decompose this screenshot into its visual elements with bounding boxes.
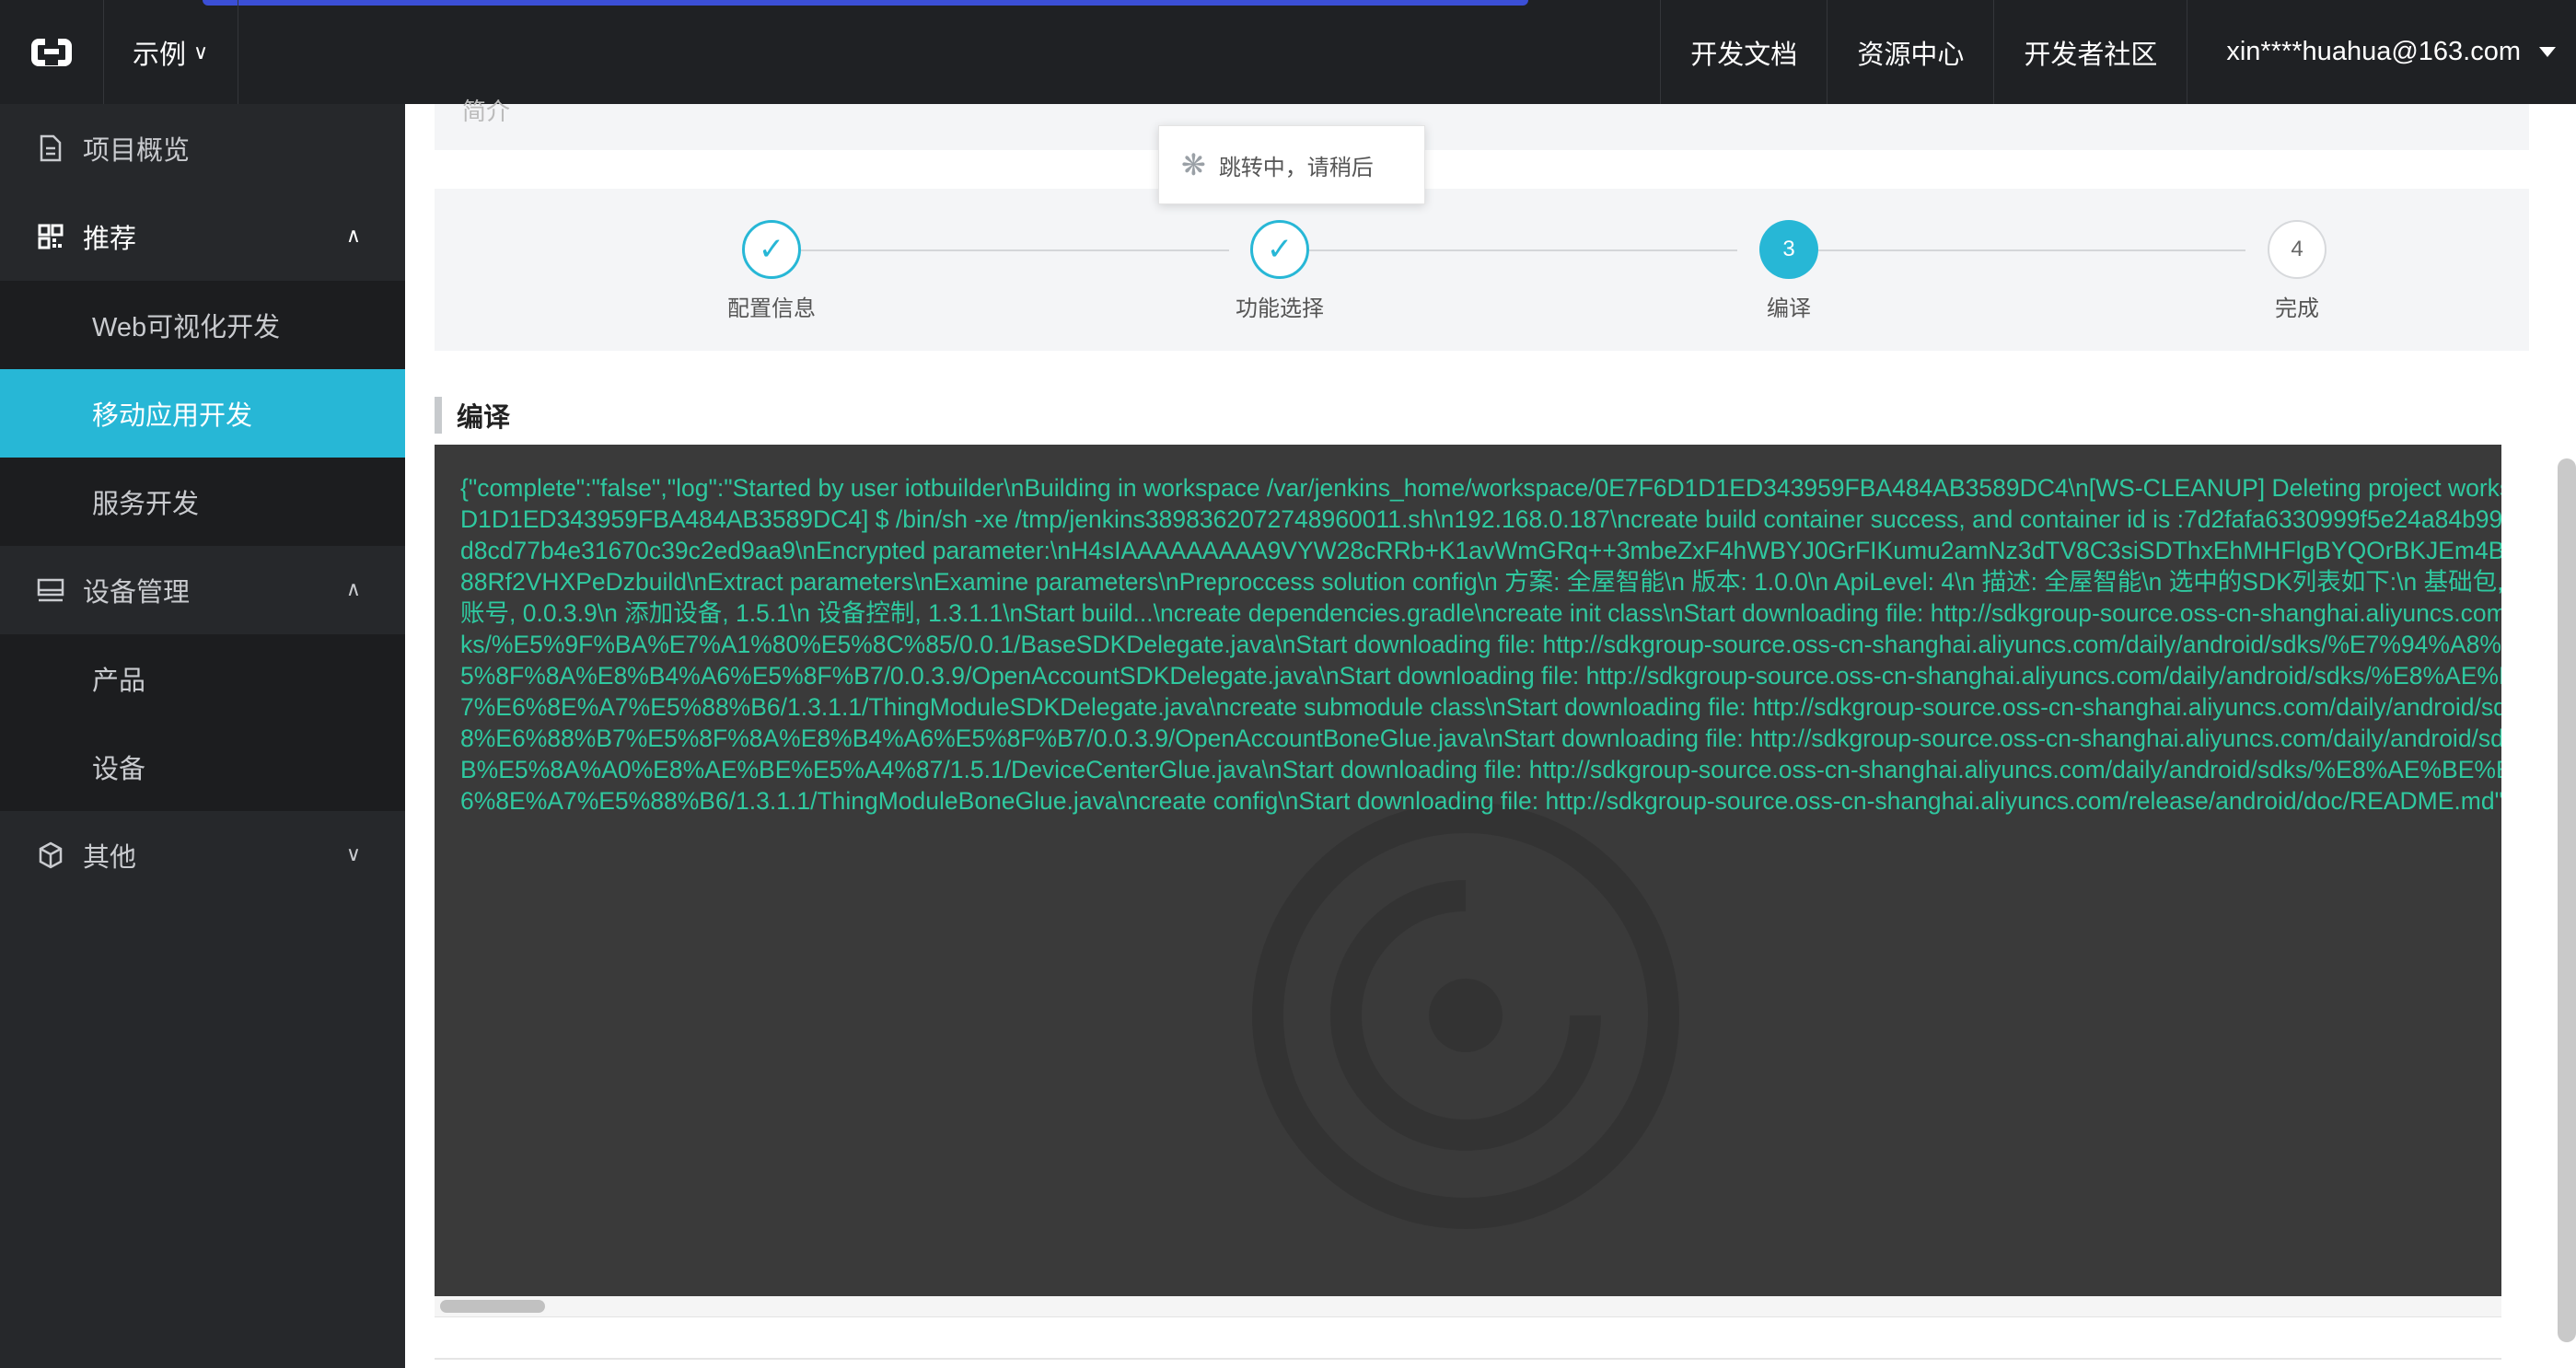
example-label: 示例 <box>133 40 187 70</box>
step-progress: ✓ 配置信息 ✓ 功能选择 3 编译 4 完成 <box>435 189 2529 351</box>
sidebar: 项目概览 推荐 ∧ Web可视化开发 移动应用开发 服务开发 设备管理 ∧ 产品… <box>0 104 405 1368</box>
chevron-down-icon: ∨ <box>193 40 209 64</box>
step-label: 配置信息 <box>727 296 816 321</box>
vertical-scrollbar-thumb[interactable] <box>2558 458 2576 1342</box>
step-feature-select: ✓ 功能选择 <box>1197 220 1363 322</box>
check-icon: ✓ <box>742 220 801 279</box>
step-config-info: ✓ 配置信息 <box>689 220 854 322</box>
chevron-down-icon: ∨ <box>345 842 361 865</box>
step-connector <box>1309 249 1737 251</box>
sidebar-item-web-visual-dev[interactable]: Web可视化开发 <box>0 281 405 369</box>
logo-icon[interactable] <box>0 0 104 104</box>
top-nav-links: 开发文档 资源中心 开发者社区 xin****huahua@163.com <box>1660 0 2576 104</box>
step-finish: 4 完成 <box>2214 220 2380 322</box>
step-number: 3 <box>1759 220 1818 279</box>
build-log-console[interactable]: {"complete":"false","log":"Started by us… <box>435 445 2501 1296</box>
user-email: xin****huahua@163.com <box>2226 37 2521 66</box>
section-title: 编译 <box>435 397 510 434</box>
step-label: 编译 <box>1767 296 1811 321</box>
sidebar-group-label: 设备管理 <box>83 578 191 608</box>
main-content: 简介 ❋ 跳转中，请稍后 ✓ 配置信息 ✓ 功能选择 3 编译 4 完成 编译 <box>405 98 2576 1368</box>
grid-icon <box>37 223 64 250</box>
clipped-text: 简介 <box>462 98 511 125</box>
sidebar-group-device-management[interactable]: 设备管理 ∧ <box>0 546 405 634</box>
chevron-up-icon: ∧ <box>345 224 361 247</box>
top-navigation-bar: 示例 ∨ 开发文档 资源中心 开发者社区 xin****huahua@163.c… <box>0 0 2576 104</box>
user-account-menu[interactable]: xin****huahua@163.com <box>2187 0 2576 104</box>
previous-card-fragment: 简介 <box>435 98 2529 150</box>
nav-resource-center[interactable]: 资源中心 <box>1827 0 1993 104</box>
watermark-logo-icon <box>1252 802 1679 1229</box>
step-label: 功能选择 <box>1236 296 1324 321</box>
monitor-icon <box>37 576 64 604</box>
divider <box>435 1358 2501 1360</box>
loading-toast: ❋ 跳转中，请稍后 <box>1158 125 1425 204</box>
sidebar-item-devices[interactable]: 设备 <box>0 723 405 811</box>
sidebar-item-service-dev[interactable]: 服务开发 <box>0 458 405 546</box>
sidebar-item-mobile-app-dev[interactable]: 移动应用开发 <box>0 369 405 458</box>
spinner-icon: ❋ <box>1181 148 1206 181</box>
build-log-text: {"complete":"false","log":"Started by us… <box>460 474 2501 815</box>
chevron-up-icon: ∧ <box>345 577 361 600</box>
check-icon: ✓ <box>1250 220 1309 279</box>
caret-down-icon <box>2539 46 2556 57</box>
sidebar-group-label: 其他 <box>83 843 137 873</box>
step-number: 4 <box>2268 220 2327 279</box>
step-label: 完成 <box>2275 296 2319 321</box>
toast-text: 跳转中，请稍后 <box>1218 155 1374 180</box>
sidebar-item-label: 项目概览 <box>83 136 191 166</box>
nav-dev-docs[interactable]: 开发文档 <box>1660 0 1827 104</box>
scrollbar-thumb[interactable] <box>440 1300 545 1313</box>
step-connector <box>801 249 1229 251</box>
sidebar-group-label: 推荐 <box>83 225 137 254</box>
step-connector <box>1818 249 2245 251</box>
browser-url-strip <box>203 0 1528 6</box>
sidebar-item-products[interactable]: 产品 <box>0 634 405 723</box>
horizontal-scrollbar[interactable] <box>435 1296 2501 1317</box>
sidebar-group-others[interactable]: 其他 ∨ <box>0 811 405 899</box>
document-icon <box>37 134 64 162</box>
nav-dev-community[interactable]: 开发者社区 <box>1993 0 2187 104</box>
cube-icon <box>37 841 64 869</box>
step-compile: 3 编译 <box>1706 220 1872 322</box>
example-dropdown[interactable]: 示例 ∨ <box>103 0 239 104</box>
sidebar-item-overview[interactable]: 项目概览 <box>0 104 405 192</box>
sidebar-group-recommend[interactable]: 推荐 ∧ <box>0 192 405 281</box>
